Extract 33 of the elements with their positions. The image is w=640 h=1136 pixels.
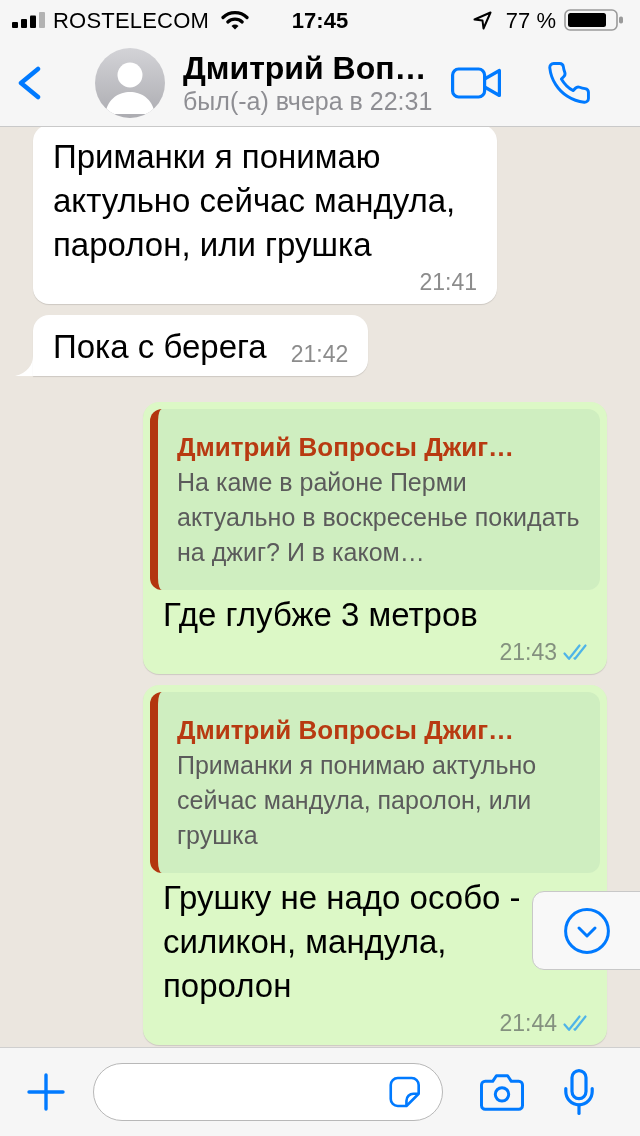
battery-percent: 77 % [505,6,556,35]
message-text: Грушку не надо особо - силикон, мандула, поролон [163,878,522,1006]
status-time: 17:45 [291,7,349,33]
quoted-message[interactable]: Дмитрий Вопросы Джиг… На каме в районе Перми актуально в воскресенье покидать на джиг? И в каком… [150,409,600,590]
location-arrow-icon [472,10,492,30]
back-icon[interactable] [17,66,42,100]
message-time: 21:41 [419,267,477,297]
message-time: 21:44 [499,1008,557,1038]
message-text: Пока с берега [53,327,267,367]
camera-icon[interactable] [480,1073,524,1111]
message-time: 21:42 [290,339,349,369]
contact-name: Дмитрий Воп… [183,50,428,87]
plus-icon[interactable] [27,1073,65,1111]
signal-icon [12,12,45,28]
microphone-icon[interactable] [564,1069,594,1115]
message-text: Приманки я понимаю актульно сейчас мандула, паролон, или грушка [53,137,457,265]
carrier-name: ROSTELECOM [53,6,210,35]
quoted-message[interactable]: Дмитрий Вопросы Джиг… Приманки я понимаю актульно сейчас мандула, паролон, или грушка [150,692,600,873]
quote-sender: Дмитрий Вопросы Джиг… [177,714,515,747]
battery-icon [564,9,624,31]
wifi-icon [221,10,250,30]
quote-text: Приманки я понимаю актульно сейчас мандула, паролон, или грушка [177,750,538,851]
scroll-down-button[interactable] [532,891,640,970]
quote-sender: Дмитрий Вопросы Джиг… [177,431,515,464]
message-time: 21:43 [499,637,557,667]
phone-icon[interactable] [548,62,590,104]
quote-text: На каме в районе Перми актуально в воскресенье покидать на джиг? И в каком… [177,467,581,568]
chevron-circle-icon [563,907,610,954]
last-seen-text: был(-а) вчера в 22:31 [183,87,434,116]
sticker-icon[interactable] [388,1074,420,1110]
avatar-icon[interactable] [95,48,165,118]
video-camera-icon[interactable] [451,67,501,99]
message-text: Где глубже 3 метров [163,595,478,635]
